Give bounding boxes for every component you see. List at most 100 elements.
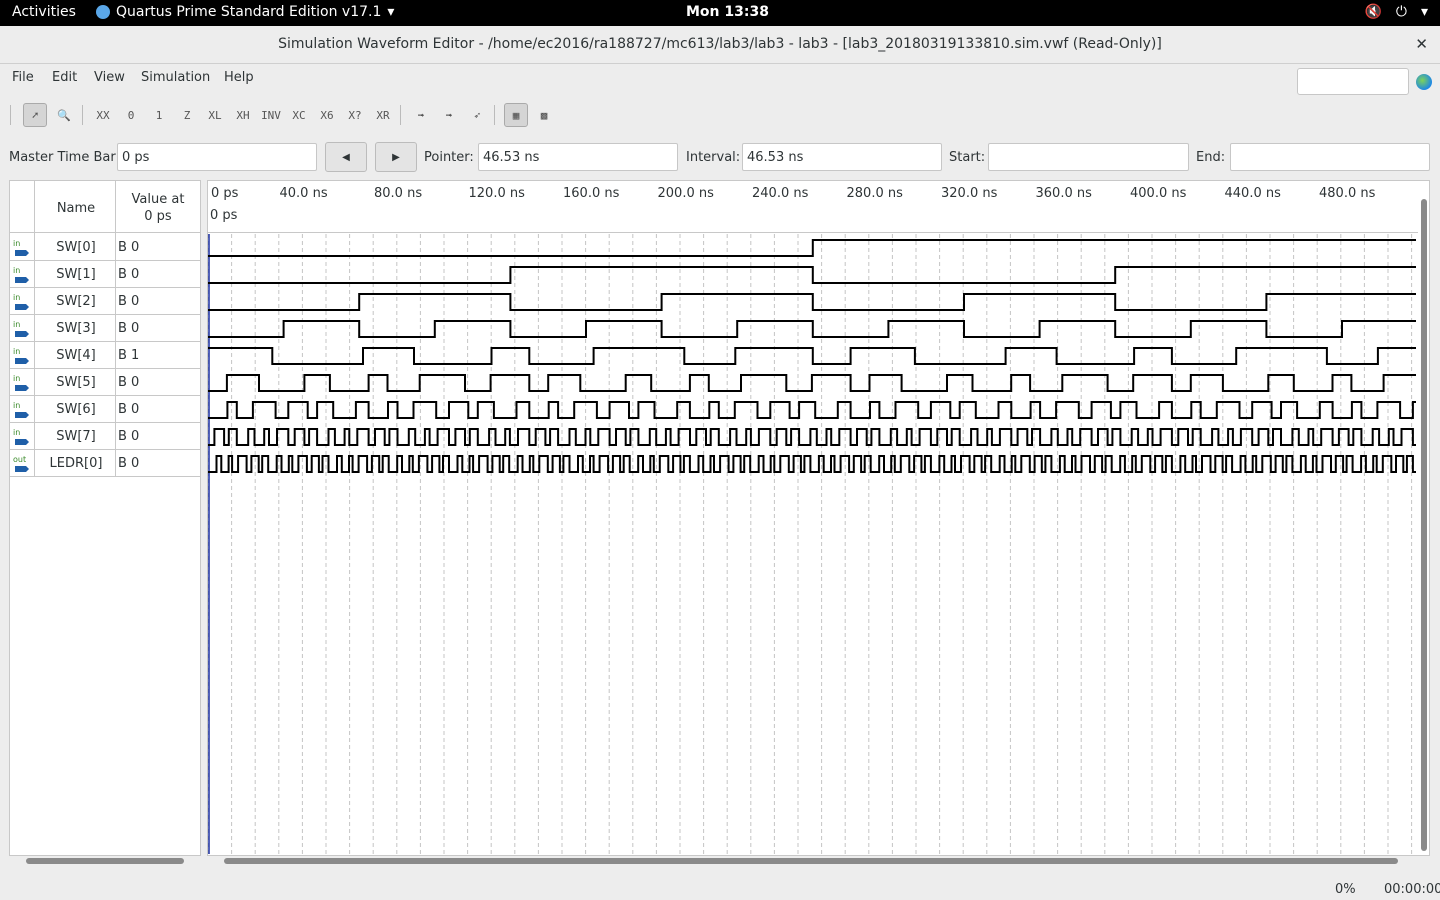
menu-file[interactable]: File xyxy=(12,70,34,85)
waveform-trace[interactable] xyxy=(208,401,1416,419)
signal-row[interactable]: in SW[6] B 0 xyxy=(10,396,200,423)
run-functional-simulation-icon[interactable]: ➟ xyxy=(409,103,433,127)
waveform-trace[interactable] xyxy=(208,239,1416,257)
search-input[interactable] xyxy=(1297,68,1409,95)
signal-row[interactable]: in SW[2] B 0 xyxy=(10,288,200,315)
ruler-tick-label: 120.0 ns xyxy=(468,186,525,201)
close-icon[interactable]: ✕ xyxy=(1415,35,1428,53)
run-timing-simulation-icon[interactable]: ➟ xyxy=(437,103,461,127)
value-column-header[interactable]: Value at 0 ps xyxy=(116,191,200,225)
svg-text:in: in xyxy=(13,266,20,275)
signal-table: Name Value at 0 ps in SW[0] B 0 in SW[1] B 0i… xyxy=(9,180,201,856)
signal-row[interactable]: in SW[1] B 0 xyxy=(10,261,200,288)
ruler-tick-label: 80.0 ns xyxy=(374,186,423,201)
signal-value: B 0 xyxy=(118,294,140,309)
input-pin-icon: in xyxy=(12,238,32,258)
waveform-trace[interactable] xyxy=(208,428,1416,446)
waveform-canvas[interactable] xyxy=(208,234,1418,854)
name-column-header[interactable]: Name xyxy=(36,201,116,216)
uninitialized-icon[interactable]: XX xyxy=(91,103,115,127)
start-field[interactable] xyxy=(988,143,1189,171)
signal-name: SW[4] xyxy=(56,348,96,363)
force-high-icon[interactable]: 1 xyxy=(147,103,171,127)
signal-row[interactable]: in SW[7] B 0 xyxy=(10,423,200,450)
count-value-icon[interactable]: XC xyxy=(287,103,311,127)
weak-high-icon[interactable]: XH xyxy=(231,103,255,127)
globe-icon[interactable] xyxy=(1416,74,1432,90)
signal-name: SW[7] xyxy=(56,429,96,444)
app-menu-label: Quartus Prime Standard Edition v17.1 xyxy=(116,4,382,20)
status-bar: 0% 00:00:00 xyxy=(0,872,1440,900)
system-topbar: Activities Quartus Prime Standard Editio… xyxy=(0,0,1440,26)
menu-help[interactable]: Help xyxy=(224,70,254,85)
master-time-label: 0 ps xyxy=(210,208,238,223)
selection-tool-icon[interactable]: ➚ xyxy=(23,103,47,127)
menu-simulation[interactable]: Simulation xyxy=(141,70,210,85)
signal-value: B 1 xyxy=(118,348,140,363)
ruler-tick-label: 320.0 ns xyxy=(941,186,998,201)
clock[interactable]: Mon 13:38 xyxy=(686,4,769,20)
window-titlebar: Simulation Waveform Editor - /home/ec201… xyxy=(0,26,1440,64)
waveform-trace[interactable] xyxy=(208,293,1416,311)
toolbar: ➚ 🔍 XX 0 1 Z XL XH INV XC X6 X? XR ➟ ➟ ➶… xyxy=(0,100,1440,132)
weak-low-icon[interactable]: XL xyxy=(203,103,227,127)
pointer-field[interactable]: 46.53 ns xyxy=(478,143,678,171)
time-ruler[interactable]: 0 ps 40.0 ns 80.0 ns 120.0 ns 160.0 ns 200.0 … xyxy=(208,181,1418,233)
app-menu[interactable]: Quartus Prime Standard Edition v17.1 ▾ xyxy=(96,4,394,20)
input-pin-icon: in xyxy=(12,292,32,312)
menubar: File Edit View Simulation Help xyxy=(0,64,1440,96)
system-tray[interactable]: 🔇 ⏻ ▾ xyxy=(1364,4,1428,20)
ruler-tick-label: 40.0 ns xyxy=(279,186,328,201)
signal-row[interactable]: in SW[5] B 0 xyxy=(10,369,200,396)
waveform-panel[interactable]: 0 ps 40.0 ns 80.0 ns 120.0 ns 160.0 ns 200.0 … xyxy=(207,180,1430,856)
toolbar-separator xyxy=(400,105,401,125)
signal-value: B 0 xyxy=(118,429,140,444)
waveform-trace[interactable] xyxy=(208,347,1416,365)
master-time-bar-field[interactable]: 0 ps xyxy=(117,143,317,171)
signal-value: B 0 xyxy=(118,456,140,471)
signal-row[interactable]: in SW[0] B 0 xyxy=(10,234,200,261)
zoom-tool-icon[interactable]: 🔍 xyxy=(52,103,76,127)
end-label: End: xyxy=(1196,150,1226,165)
interval-field[interactable]: 46.53 ns xyxy=(742,143,942,171)
svg-text:in: in xyxy=(13,374,20,383)
waveform-trace[interactable] xyxy=(208,455,1416,473)
next-transition-button[interactable]: ▶ xyxy=(375,142,417,172)
signal-row[interactable]: in SW[4] B 1 xyxy=(10,342,200,369)
snap-to-grid-icon[interactable]: ▦ xyxy=(504,103,528,127)
generate-netlist-icon[interactable]: ➶ xyxy=(465,103,489,127)
previous-transition-button[interactable]: ◀ xyxy=(325,142,367,172)
vertical-scrollbar[interactable] xyxy=(1421,199,1427,851)
signal-value: B 0 xyxy=(118,375,140,390)
menu-edit[interactable]: Edit xyxy=(52,70,77,85)
input-pin-icon: in xyxy=(12,346,32,366)
signal-value: B 0 xyxy=(118,321,140,336)
arbitrary-value-icon[interactable]: X? xyxy=(343,103,367,127)
grid-settings-icon[interactable]: ▩ xyxy=(532,103,556,127)
toolbar-separator xyxy=(494,105,495,125)
random-values-icon[interactable]: XR xyxy=(371,103,395,127)
waveform-horizontal-scrollbar[interactable] xyxy=(224,858,1398,864)
high-impedance-icon[interactable]: Z xyxy=(175,103,199,127)
window-title: Simulation Waveform Editor - /home/ec201… xyxy=(278,36,1162,52)
input-pin-icon: in xyxy=(12,319,32,339)
signal-row[interactable]: in SW[3] B 0 xyxy=(10,315,200,342)
menu-view[interactable]: View xyxy=(94,70,125,85)
signal-name: SW[3] xyxy=(56,321,96,336)
output-pin-icon: out xyxy=(12,454,32,474)
end-field[interactable] xyxy=(1230,143,1430,171)
signal-row[interactable]: out LEDR[0] B 0 xyxy=(10,450,200,477)
svg-text:in: in xyxy=(13,401,20,410)
overwrite-clock-icon[interactable]: X6 xyxy=(315,103,339,127)
waveform-trace[interactable] xyxy=(208,266,1416,284)
force-low-icon[interactable]: 0 xyxy=(119,103,143,127)
ruler-tick-label: 160.0 ns xyxy=(563,186,620,201)
waveform-trace[interactable] xyxy=(208,320,1416,338)
signal-table-horizontal-scrollbar[interactable] xyxy=(26,858,184,864)
quartus-icon xyxy=(96,5,110,19)
invert-icon[interactable]: INV xyxy=(259,103,283,127)
activities-button[interactable]: Activities xyxy=(12,4,76,20)
interval-label: Interval: xyxy=(686,150,741,165)
waveform-trace[interactable] xyxy=(208,374,1416,392)
input-pin-icon: in xyxy=(12,265,32,285)
